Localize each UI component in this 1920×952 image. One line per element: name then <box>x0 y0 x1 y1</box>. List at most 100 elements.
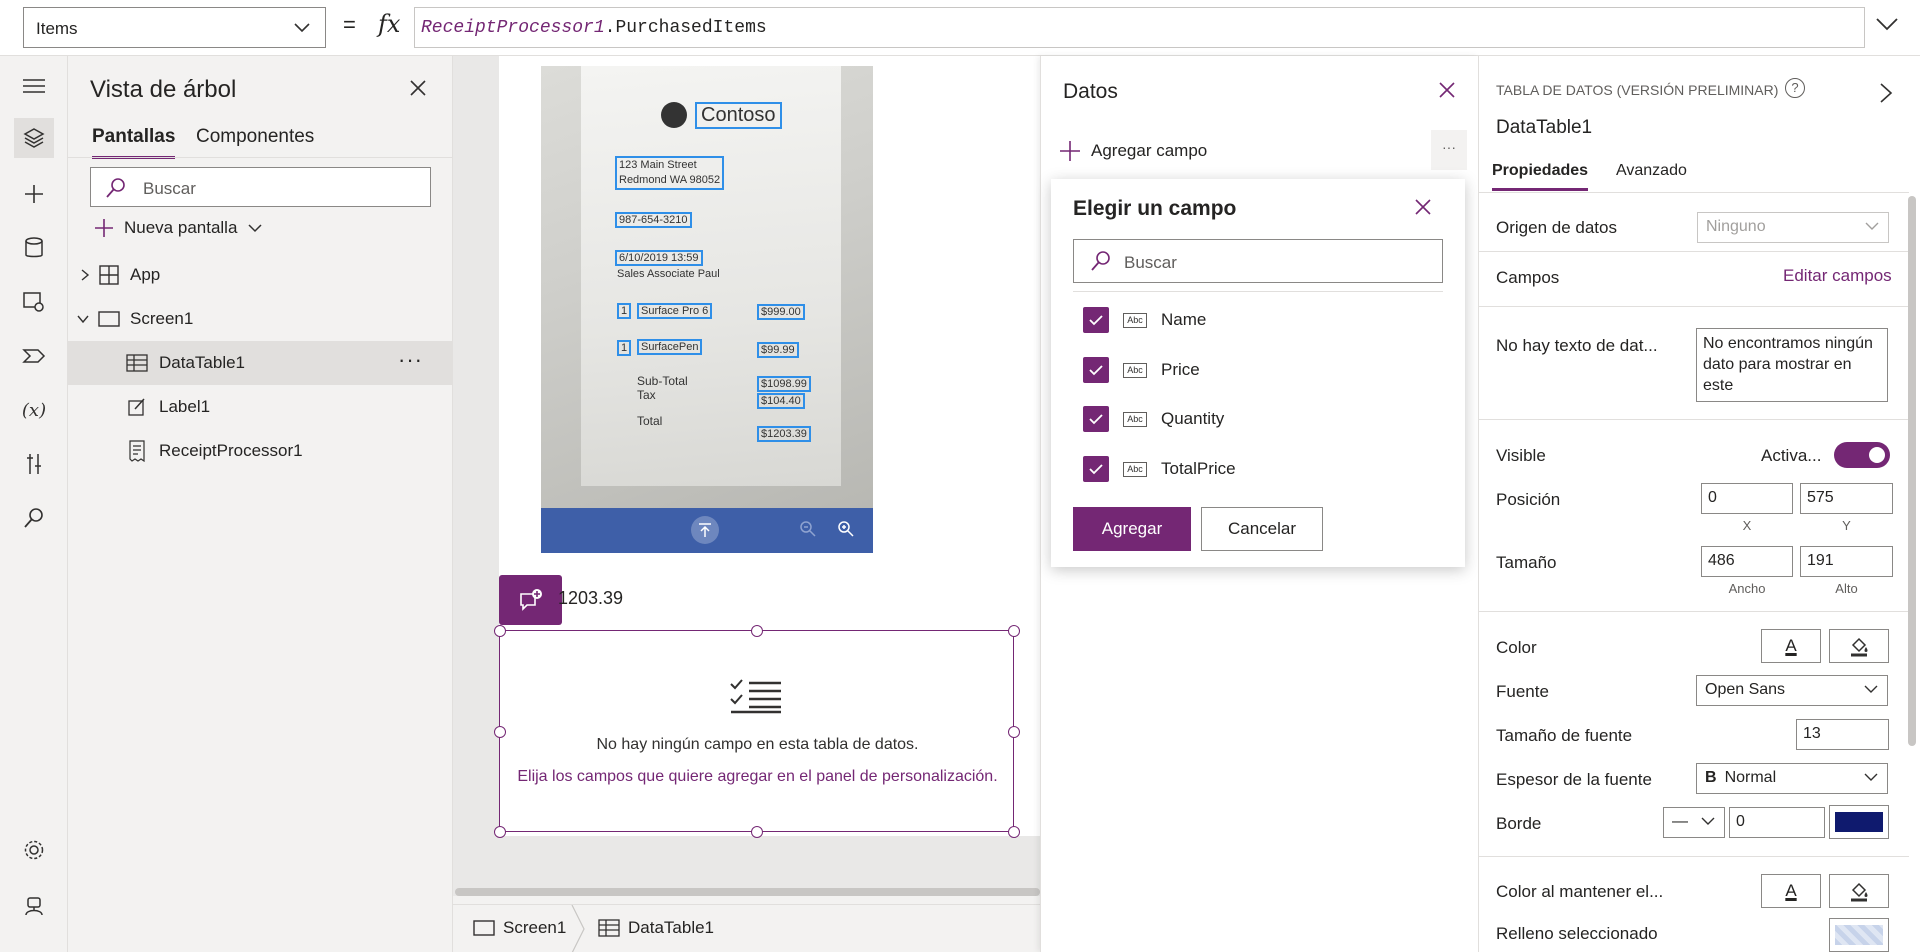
tree-item-label1[interactable]: Label1 <box>68 385 453 429</box>
fill-color-button[interactable] <box>1829 629 1889 663</box>
add-field-button[interactable]: Agregar campo <box>1059 140 1207 162</box>
virtual-agent-icon[interactable] <box>14 886 54 926</box>
datatable-hint-link[interactable]: Elija los campos que quiere agregar en e… <box>500 768 1015 786</box>
tree-item-label: DataTable1 <box>159 353 246 372</box>
plus-icon[interactable] <box>14 174 54 214</box>
tab-avanzado[interactable]: Avanzado <box>1616 162 1687 188</box>
control-name[interactable]: DataTable1 <box>1496 117 1592 139</box>
media-icon[interactable] <box>14 282 54 322</box>
variables-icon[interactable]: (x) <box>14 390 54 430</box>
border-style-dropdown[interactable]: — <box>1663 807 1725 838</box>
cancel-button[interactable]: Cancelar <box>1201 507 1323 551</box>
formula-input[interactable]: ReceiptProcessor1.PurchasedItems <box>414 7 1865 48</box>
resize-handle[interactable] <box>494 625 506 637</box>
hover-fill-color-button[interactable] <box>1829 874 1889 908</box>
breadcrumb-datatable1[interactable]: DataTable1 <box>598 918 714 938</box>
field-search-input[interactable]: Buscar <box>1073 239 1443 283</box>
search-placeholder: Buscar <box>143 179 196 198</box>
close-icon[interactable] <box>1437 80 1457 100</box>
label1-text[interactable]: 1203.39 <box>558 588 623 609</box>
chevron-down-icon[interactable] <box>76 314 90 324</box>
chevron-right-icon[interactable] <box>1879 82 1893 104</box>
field-option-price[interactable]: Abc Price <box>1083 355 1200 385</box>
font-dropdown[interactable]: Open Sans <box>1696 675 1888 706</box>
receipt-image[interactable]: Contoso 123 Main Street Redmond WA 98052… <box>541 66 873 508</box>
height-input[interactable]: 191 <box>1800 546 1893 577</box>
receipt-price1: $999.00 <box>757 304 805 320</box>
property-dropdown[interactable]: Items <box>23 7 326 48</box>
zoom-in-icon[interactable] <box>837 520 855 543</box>
hamburger-icon[interactable] <box>14 66 54 106</box>
resize-handle[interactable] <box>1008 625 1020 637</box>
add-comment-button[interactable] <box>499 575 562 625</box>
theme-icon[interactable] <box>14 336 54 376</box>
search-icon[interactable] <box>14 498 54 538</box>
field-option-quantity[interactable]: Abc Quantity <box>1083 404 1224 434</box>
divider <box>1073 291 1443 292</box>
selected-fill-button[interactable] <box>1829 918 1889 952</box>
datatable1-control[interactable]: No hay ningún campo en esta tabla de dat… <box>494 625 1020 838</box>
upload-icon[interactable] <box>691 516 719 544</box>
new-screen-button[interactable]: Nueva pantalla <box>94 218 263 238</box>
tools-icon[interactable] <box>14 444 54 484</box>
tree-item-app[interactable]: App <box>68 253 453 297</box>
close-icon[interactable] <box>408 78 428 98</box>
vertical-scrollbar[interactable] <box>1908 196 1916 746</box>
checkbox-checked[interactable] <box>1083 307 1109 333</box>
data-source-dropdown[interactable]: Ninguno <box>1697 212 1889 243</box>
checkbox-checked[interactable] <box>1083 406 1109 432</box>
tab-componentes[interactable]: Componentes <box>196 126 314 156</box>
field-option-name[interactable]: Abc Name <box>1083 305 1206 335</box>
plus-icon <box>1060 141 1080 161</box>
edit-fields-link[interactable]: Editar campos <box>1783 266 1892 286</box>
checkbox-checked[interactable] <box>1083 357 1109 383</box>
fx-icon[interactable]: fx <box>378 10 400 38</box>
tree-item-receiptprocessor1[interactable]: ReceiptProcessor1 <box>68 429 453 473</box>
border-width-input[interactable]: 0 <box>1729 807 1825 838</box>
field-option-totalprice[interactable]: Abc TotalPrice <box>1083 454 1236 484</box>
resize-handle[interactable] <box>751 826 763 838</box>
no-data-text-input[interactable]: No encontramos ningún dato para mostrar … <box>1696 328 1888 402</box>
formula-expand-chevron-icon[interactable] <box>1874 14 1900 34</box>
horizontal-scrollbar[interactable] <box>455 888 1040 896</box>
divider <box>1479 611 1909 612</box>
position-x-input[interactable]: 0 <box>1701 483 1793 514</box>
add-button[interactable]: Agregar <box>1073 507 1191 551</box>
property-dropdown-value: Items <box>36 19 78 38</box>
breadcrumb-screen1[interactable]: Screen1 <box>473 918 566 938</box>
resize-handle[interactable] <box>494 826 506 838</box>
resize-handle[interactable] <box>751 625 763 637</box>
equals-sign: = <box>343 12 356 37</box>
tree-search-input[interactable]: Buscar <box>90 167 431 207</box>
resize-handle[interactable] <box>1008 826 1020 838</box>
more-options-button[interactable]: ··· <box>398 347 423 373</box>
width-input[interactable]: 486 <box>1701 546 1793 577</box>
settings-icon[interactable] <box>14 830 54 870</box>
database-icon[interactable] <box>14 228 54 268</box>
field-name: Name <box>1161 310 1207 329</box>
receipt-associate: Sales Associate Paul <box>617 268 720 280</box>
close-icon[interactable] <box>1413 197 1433 217</box>
zoom-out-icon[interactable] <box>799 520 817 543</box>
formula-bar: Items = fx ReceiptProcessor1.PurchasedIt… <box>0 0 1920 56</box>
text-color-button[interactable]: A <box>1761 629 1821 663</box>
border-color-button[interactable] <box>1829 805 1889 839</box>
font-weight-dropdown[interactable]: B Normal <box>1696 763 1888 794</box>
tab-propiedades[interactable]: Propiedades <box>1492 162 1589 191</box>
tree-layers-icon[interactable] <box>14 118 54 158</box>
text-field-icon: Abc <box>1123 411 1147 427</box>
checkbox-checked[interactable] <box>1083 456 1109 482</box>
paint-bucket-icon <box>1851 882 1868 902</box>
tree-item-datatable1[interactable]: DataTable1 ··· <box>68 341 453 385</box>
help-icon[interactable]: ? <box>1785 78 1805 98</box>
visible-toggle[interactable] <box>1834 442 1890 468</box>
chevron-down-icon <box>1701 817 1715 825</box>
hover-text-color-button[interactable]: A <box>1761 874 1821 908</box>
more-options-button[interactable]: ··· <box>1431 130 1467 170</box>
height-caption: Alto <box>1835 581 1858 596</box>
tree-item-screen1[interactable]: Screen1 <box>68 297 453 341</box>
chevron-right-icon[interactable] <box>78 268 92 282</box>
position-y-input[interactable]: 575 <box>1800 483 1893 514</box>
tab-pantallas[interactable]: Pantallas <box>92 126 176 159</box>
font-size-input[interactable]: 13 <box>1796 719 1889 750</box>
